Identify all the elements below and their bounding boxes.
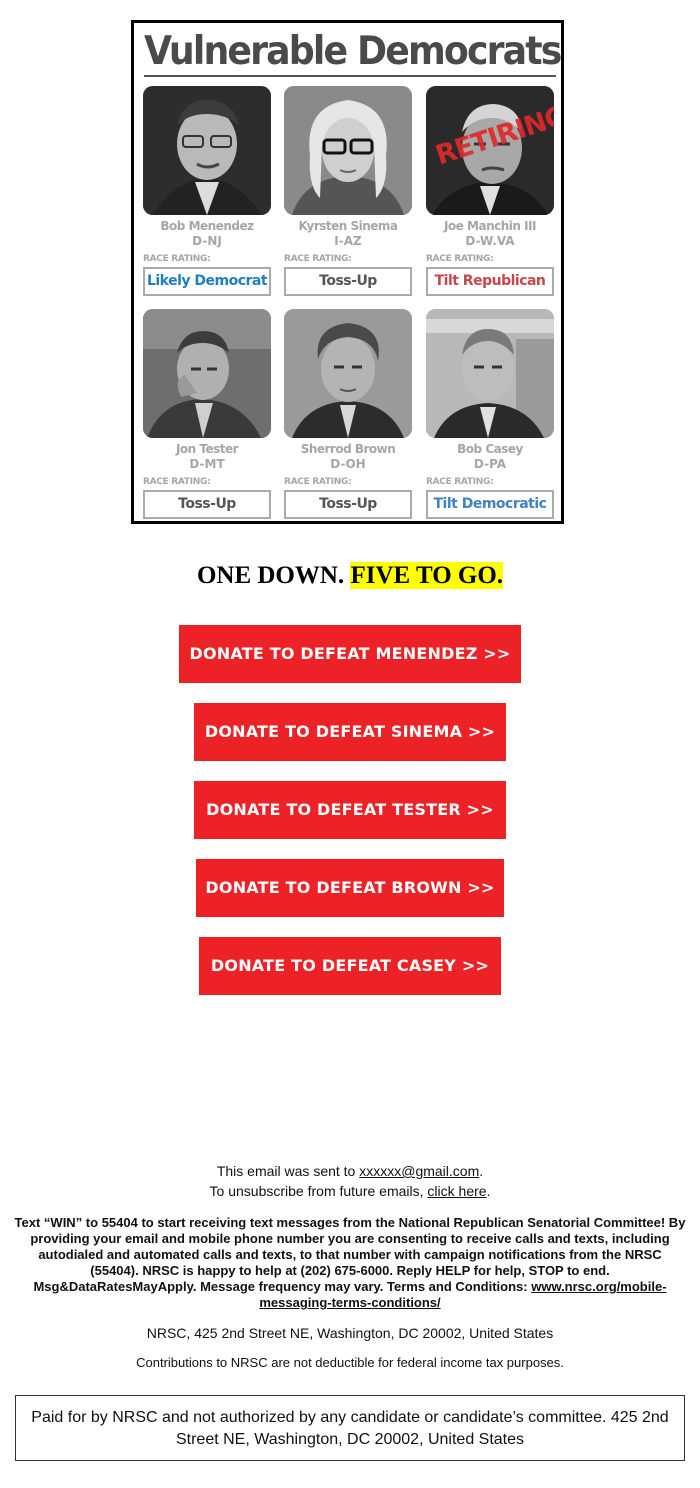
senator-party: D-W.VA — [465, 234, 515, 248]
senator-name: Jon Tester — [175, 442, 239, 456]
sent-to-period: . — [479, 1163, 484, 1179]
senator-party: D-NJ — [192, 234, 222, 248]
senator-party: I-AZ — [334, 234, 362, 248]
mailing-address: NRSC, 425 2nd Street NE, Washington, DC … — [146, 1325, 554, 1341]
race-rating-value: Toss-Up — [284, 267, 412, 296]
headline: ONE DOWN. FIVE TO GO. — [0, 560, 700, 592]
vulnerable-democrats-graphic: Vulnerable Democrats Bob Menendez D-NJ R… — [131, 20, 564, 524]
senator-name: Bob Menendez — [160, 219, 254, 233]
race-rating-label: RACE RATING: — [284, 254, 352, 264]
senator-name: Kyrsten Sinema — [298, 219, 398, 233]
portrait-brown-icon — [284, 309, 412, 438]
unsubscribe-period: . — [486, 1183, 491, 1199]
race-rating-label: RACE RATING: — [143, 477, 211, 487]
senator-party: D-MT — [189, 457, 225, 471]
sms-disclosure: Text “WIN” to 55404 to start receiving t… — [14, 1215, 686, 1311]
sent-to-line: This email was sent to xxxxxx@gmail.com. — [0, 1161, 700, 1181]
portrait-casey-icon — [426, 309, 554, 438]
senator-photo — [143, 86, 271, 215]
senator-photo — [284, 309, 412, 438]
senator-photo — [284, 86, 412, 215]
race-rating-value: Tilt Republican — [426, 267, 554, 296]
senator-name: Joe Manchin III — [444, 219, 537, 233]
paid-for-disclaimer: Paid for by NRSC and not authorized by a… — [15, 1395, 685, 1461]
senator-photo — [426, 309, 554, 438]
graphic-title-rule — [144, 75, 556, 77]
graphic-title: Vulnerable Democrats — [144, 29, 562, 74]
recipient-email-link[interactable]: xxxxxx@gmail.com — [359, 1163, 479, 1179]
race-rating-label: RACE RATING: — [143, 254, 211, 264]
donate-defeat-casey-button[interactable]: DONATE TO DEFEAT CASEY >> — [199, 937, 501, 995]
race-rating-value: Tilt Democratic — [426, 490, 554, 519]
portrait-tester-icon — [143, 309, 271, 438]
senator-party: D-OH — [330, 457, 366, 471]
senator-name: Bob Casey — [457, 442, 523, 456]
portrait-sinema-icon — [284, 86, 412, 215]
donate-defeat-brown-button[interactable]: DONATE TO DEFEAT BROWN >> — [196, 859, 504, 917]
race-rating-value: Toss-Up — [143, 490, 271, 519]
senator-party: D-PA — [473, 457, 507, 471]
senator-photo: RETIRING — [426, 86, 554, 215]
unsubscribe-link[interactable]: click here — [427, 1183, 486, 1199]
headline-highlight: FIVE TO GO. — [350, 562, 504, 589]
sent-to-text: This email was sent to — [216, 1163, 360, 1179]
unsubscribe-line: To unsubscribe from future emails, click… — [0, 1181, 700, 1201]
tax-deductibility-note: Contributions to NRSC are not deductible… — [136, 1355, 564, 1370]
race-rating-label: RACE RATING: — [426, 477, 494, 487]
race-rating-value: Likely Democrat — [143, 267, 271, 296]
race-rating-label: RACE RATING: — [426, 254, 494, 264]
race-rating-label: RACE RATING: — [284, 477, 352, 487]
unsubscribe-text: To unsubscribe from future emails, — [209, 1183, 428, 1199]
portrait-menendez-icon — [143, 86, 271, 215]
senator-photo — [143, 309, 271, 438]
donate-defeat-sinema-button[interactable]: DONATE TO DEFEAT SINEMA >> — [194, 703, 506, 761]
donate-defeat-menendez-button[interactable]: DONATE TO DEFEAT MENENDEZ >> — [179, 625, 521, 683]
race-rating-value: Toss-Up — [284, 490, 412, 519]
donate-defeat-tester-button[interactable]: DONATE TO DEFEAT TESTER >> — [194, 781, 506, 839]
headline-part-1: ONE DOWN. — [196, 562, 351, 589]
senator-name: Sherrod Brown — [300, 442, 396, 456]
